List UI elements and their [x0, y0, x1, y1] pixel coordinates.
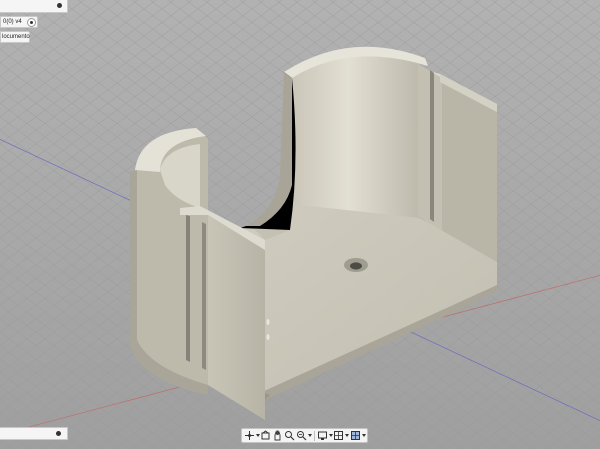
document-note[interactable]: locumento — [0, 31, 30, 43]
grid-dropdown-caret[interactable] — [345, 430, 350, 441]
document-note-label: locumento — [2, 34, 30, 40]
orbit-icon[interactable] — [244, 430, 255, 441]
viewports-icon[interactable] — [350, 430, 361, 441]
zoom-dropdown-caret[interactable] — [308, 430, 313, 441]
bottom-left-panel — [0, 427, 68, 440]
canvas-viewport[interactable] — [0, 0, 600, 449]
grid-icon[interactable] — [333, 430, 344, 441]
top-left-panel — [0, 0, 68, 13]
display-settings-icon[interactable] — [317, 430, 328, 441]
zoom-icon[interactable] — [284, 430, 295, 441]
look-at-icon[interactable] — [260, 430, 271, 441]
toolbar-separator — [313, 430, 315, 441]
panel-toggle-icon[interactable] — [57, 3, 62, 8]
navigation-toolbar — [241, 428, 368, 443]
display-dropdown-caret[interactable] — [328, 430, 334, 441]
document-tab[interactable]: 0(0) v4 — [0, 16, 38, 28]
pan-hand-icon[interactable] — [272, 430, 283, 441]
document-tab-label: 0(0) v4 — [3, 19, 22, 25]
bottom-panel-toggle-icon[interactable] — [56, 431, 61, 436]
document-target-icon[interactable] — [27, 18, 36, 27]
viewports-dropdown-caret[interactable] — [361, 430, 367, 441]
zoom-window-icon[interactable] — [296, 430, 307, 441]
orbit-dropdown-caret[interactable] — [256, 430, 261, 441]
